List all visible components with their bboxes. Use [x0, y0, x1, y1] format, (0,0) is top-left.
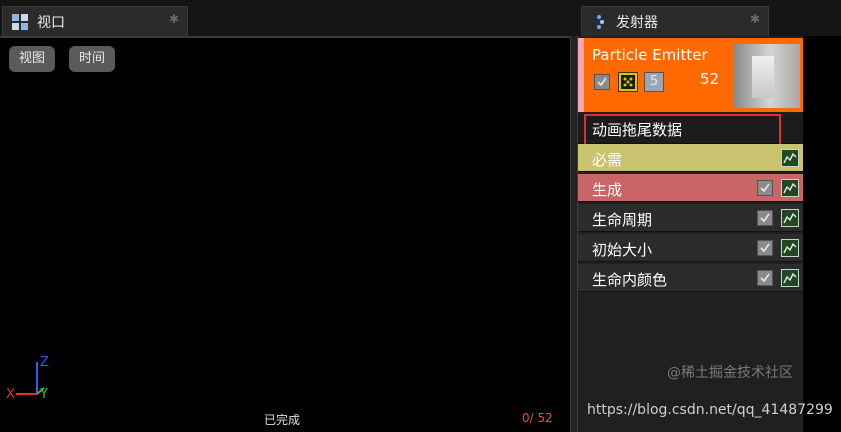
tab-viewport-label: 视口	[37, 15, 65, 31]
emitter-selection-stripe	[578, 38, 584, 112]
time-button[interactable]: 时间	[69, 46, 115, 72]
axis-y-label: Y	[39, 387, 48, 402]
tab-viewport[interactable]: 视口 ✱	[2, 6, 188, 36]
module-color-over-life[interactable]: 生命内颜色	[578, 264, 803, 292]
module-initial-size[interactable]: 初始大小	[578, 234, 803, 262]
emitter-enable-checkbox[interactable]	[594, 74, 610, 90]
emitter-thumbnail	[734, 44, 800, 108]
url-watermark: https://blog.csdn.net/qq_41487299	[587, 402, 833, 418]
axis-x-label: X	[6, 387, 15, 402]
tab-viewport-close-icon[interactable]: ✱	[169, 12, 179, 26]
emitter-header[interactable]: Particle Emitter 5 52	[578, 38, 803, 112]
viewport-icon	[11, 13, 29, 31]
module-lifetime[interactable]: 生命周期	[578, 204, 803, 232]
view-button[interactable]: 视图	[9, 46, 55, 72]
viewport[interactable]: 视图 时间 Z X Y 已完成 0/ 52	[0, 36, 570, 432]
emitter-empty-area[interactable]	[803, 36, 841, 432]
emitter-lod-badge[interactable]: 5	[644, 72, 664, 92]
emitter-solo-icon[interactable]	[618, 72, 638, 92]
module-enable-checkbox[interactable]	[757, 210, 773, 226]
curve-editor-icon[interactable]	[781, 179, 799, 197]
tab-emitter-close-icon[interactable]: ✱	[750, 12, 760, 26]
module-enable-checkbox[interactable]	[757, 270, 773, 286]
module-label: 生命周期	[592, 211, 653, 229]
curve-editor-icon[interactable]	[781, 269, 799, 287]
emitter-particle-count: 52	[700, 70, 720, 88]
module-enable-checkbox[interactable]	[757, 240, 773, 256]
panel-splitter[interactable]	[570, 36, 578, 432]
module-label: 初始大小	[592, 241, 653, 259]
tab-bar: 视口 ✱ 发射器 ✱	[0, 0, 841, 36]
module-spawn[interactable]: 生成	[578, 174, 803, 202]
module-enable-checkbox[interactable]	[757, 180, 773, 196]
axis-gizmo-icon: Z X Y	[6, 355, 49, 402]
module-label: 生成	[592, 181, 623, 199]
curve-editor-icon[interactable]	[781, 149, 799, 167]
site-watermark: @稀土掘金技术社区	[667, 365, 793, 381]
emitter-title: Particle Emitter	[592, 46, 708, 64]
particle-counter: 0/ 52	[522, 411, 553, 425]
curve-editor-icon[interactable]	[781, 239, 799, 257]
module-label: 必需	[592, 151, 623, 169]
tab-emitter-label: 发射器	[616, 15, 658, 31]
status-text: 已完成	[264, 413, 301, 427]
emitter-icon	[594, 13, 608, 31]
highlight-annotation	[584, 114, 781, 146]
axis-z-label: Z	[40, 355, 49, 370]
curve-editor-icon[interactable]	[781, 209, 799, 227]
module-required[interactable]: 必需	[578, 144, 803, 172]
tab-emitter[interactable]: 发射器 ✱	[581, 6, 769, 36]
module-label: 生命内颜色	[592, 271, 668, 289]
